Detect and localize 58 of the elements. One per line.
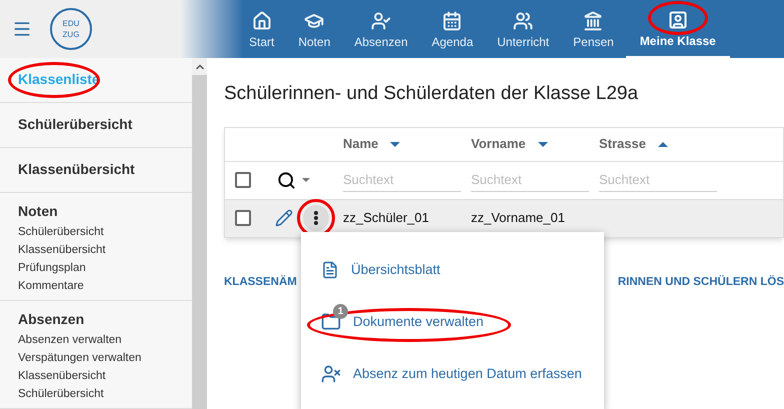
count-badge: 1: [333, 304, 348, 319]
search-icon[interactable]: [277, 170, 296, 190]
sidebar-link[interactable]: Klassenübersicht: [18, 241, 106, 259]
table-cell-text: zz_Schüler_01: [343, 209, 430, 228]
more-icon: [314, 211, 318, 225]
sidebar-link[interactable]: Prüfungsplan: [18, 259, 86, 277]
sidebar-link[interactable]: Klassenübersicht: [18, 161, 135, 177]
folder-icon: [321, 312, 341, 332]
menu-item[interactable]: Übersichtsblatt: [301, 244, 604, 296]
column-header[interactable]: Vorname: [471, 134, 526, 154]
table-cell-text: zz_Vorname_01: [471, 209, 566, 228]
user-check-icon: [371, 11, 392, 31]
page-title: Schülerinnen- und Schülerdaten der Klasse L29a: [224, 82, 640, 106]
sort-down-icon[interactable]: [538, 142, 548, 146]
sort-up-icon[interactable]: [658, 142, 668, 146]
checkbox[interactable]: [235, 210, 251, 226]
section-heading: Absenzen: [18, 310, 84, 329]
checkbox[interactable]: [235, 172, 251, 188]
nav-tab[interactable]: Unterricht: [485, 0, 562, 58]
nav-tab[interactable]: Noten: [286, 0, 342, 58]
column-header[interactable]: Strasse: [599, 134, 646, 154]
calendar-icon: [442, 11, 462, 31]
sort-down-icon[interactable]: [390, 142, 400, 146]
sidebar-link[interactable]: Klassenübersicht: [18, 367, 106, 385]
document-icon: [321, 260, 339, 280]
house-icon: [252, 11, 272, 31]
filter-field[interactable]: Suchtext: [599, 168, 717, 192]
menu-item[interactable]: 1 Dokumente verwalten: [301, 296, 604, 348]
user-board-icon: [668, 10, 688, 30]
building-icon: [583, 11, 604, 31]
sidebar-link[interactable]: Verspätungen verwalten: [18, 349, 142, 367]
sidebar-link[interactable]: Schülerübersicht: [18, 385, 104, 403]
filter-field[interactable]: Suchtext: [471, 168, 589, 192]
sidebar-link[interactable]: Absenzen verwalten: [18, 331, 122, 349]
scrollbar[interactable]: [192, 58, 207, 409]
nav-tab[interactable]: Absenzen: [342, 0, 420, 58]
sidebar-link[interactable]: Schülerübersicht: [18, 116, 132, 132]
nav-tab[interactable]: Agenda: [420, 0, 486, 58]
action-link[interactable]: KLASSENÄM: [224, 274, 297, 291]
nav-tab[interactable]: Meine Klasse: [626, 0, 730, 58]
section-heading: Noten: [18, 202, 58, 221]
more-button[interactable]: [303, 205, 329, 231]
filter-field[interactable]: Suchtext: [343, 168, 461, 192]
pencil-icon[interactable]: [275, 209, 293, 227]
sidebar-link[interactable]: Schülerübersicht: [18, 223, 104, 241]
table-row[interactable]: zz_Schüler_01 zz_Vorname_01: [225, 200, 783, 236]
nav-tab[interactable]: Pensen: [561, 0, 626, 58]
graduation-cap-icon: [304, 11, 324, 31]
column-header[interactable]: Name: [343, 134, 378, 154]
action-link[interactable]: RINNEN UND SCHÜLERN LÖS: [618, 274, 784, 291]
logo-text: EDU: [62, 18, 80, 29]
sidebar-link[interactable]: Kommentare: [18, 277, 84, 295]
menu-item[interactable]: Absenz zum heutigen Datum erfassen: [301, 348, 604, 400]
user-crossed-icon: [321, 364, 341, 384]
group-icon: [513, 11, 534, 31]
logo-text: ZUG: [62, 29, 80, 40]
caret-icon[interactable]: [302, 178, 310, 182]
nav-tab[interactable]: Start: [237, 0, 286, 58]
